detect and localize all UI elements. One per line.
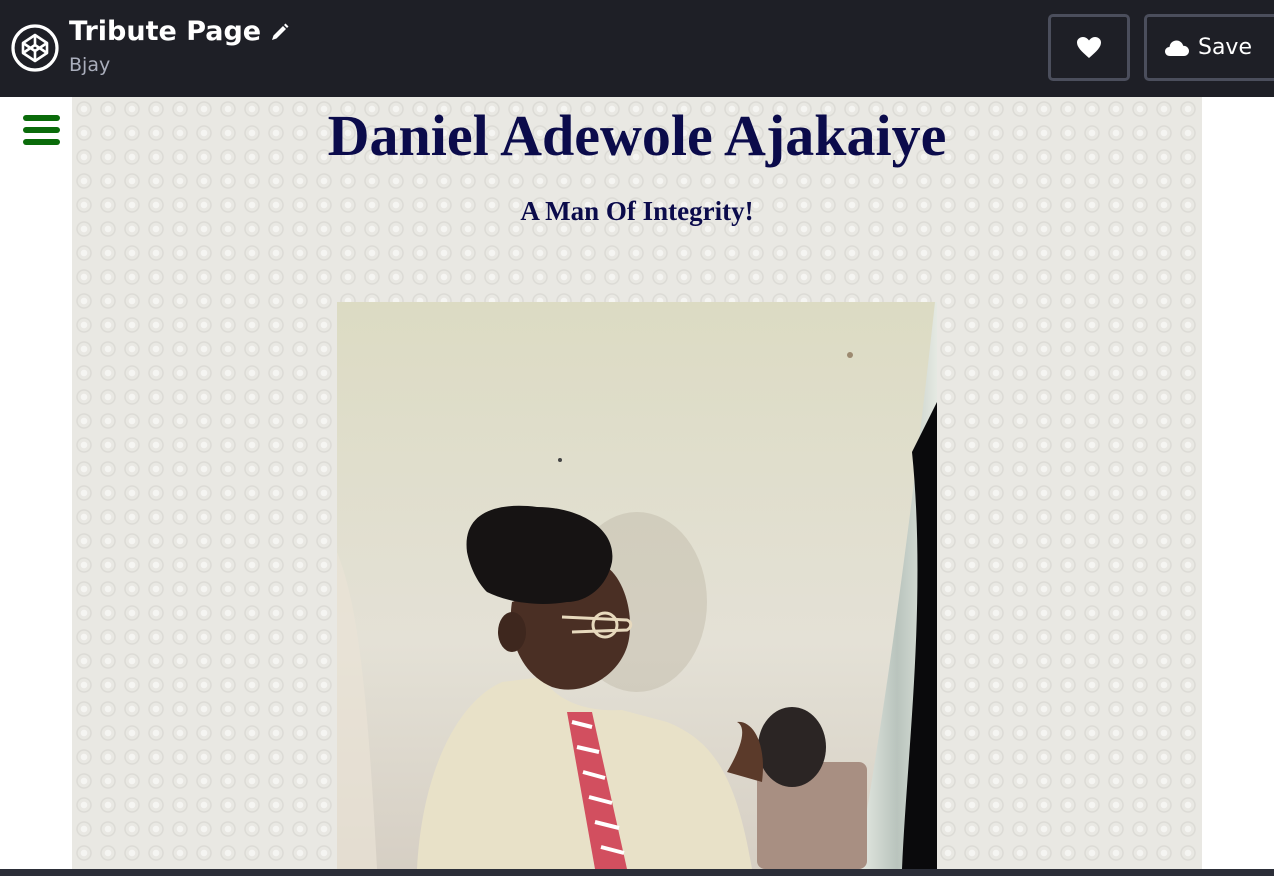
heart-icon <box>1077 36 1101 58</box>
tribute-photo <box>337 302 937 869</box>
editor-header: Tribute Page Bjay Save <box>0 0 1274 97</box>
tribute-main: Daniel Adewole Ajakaiye A Man Of Integri… <box>72 97 1202 869</box>
hamburger-menu-icon[interactable] <box>23 115 60 149</box>
pencil-icon[interactable] <box>269 21 291 43</box>
pen-title-text[interactable]: Tribute Page <box>69 14 261 50</box>
like-button[interactable] <box>1048 14 1130 81</box>
tribute-photo-illustration <box>337 302 937 869</box>
tribute-name: Daniel Adewole Ajakaiye <box>327 103 947 168</box>
codepen-logo-icon[interactable] <box>11 24 59 72</box>
pen-title-area: Tribute Page Bjay <box>69 14 291 78</box>
tribute-tagline: A Man Of Integrity! <box>520 196 754 226</box>
author-name[interactable]: Bjay <box>69 52 291 78</box>
bottom-bar <box>0 869 1274 876</box>
cloud-icon <box>1164 40 1189 56</box>
preview-pane: Daniel Adewole Ajakaiye A Man Of Integri… <box>0 97 1274 869</box>
save-button[interactable]: Save <box>1144 14 1274 81</box>
save-button-label: Save <box>1197 35 1252 60</box>
pen-title[interactable]: Tribute Page <box>69 14 291 50</box>
